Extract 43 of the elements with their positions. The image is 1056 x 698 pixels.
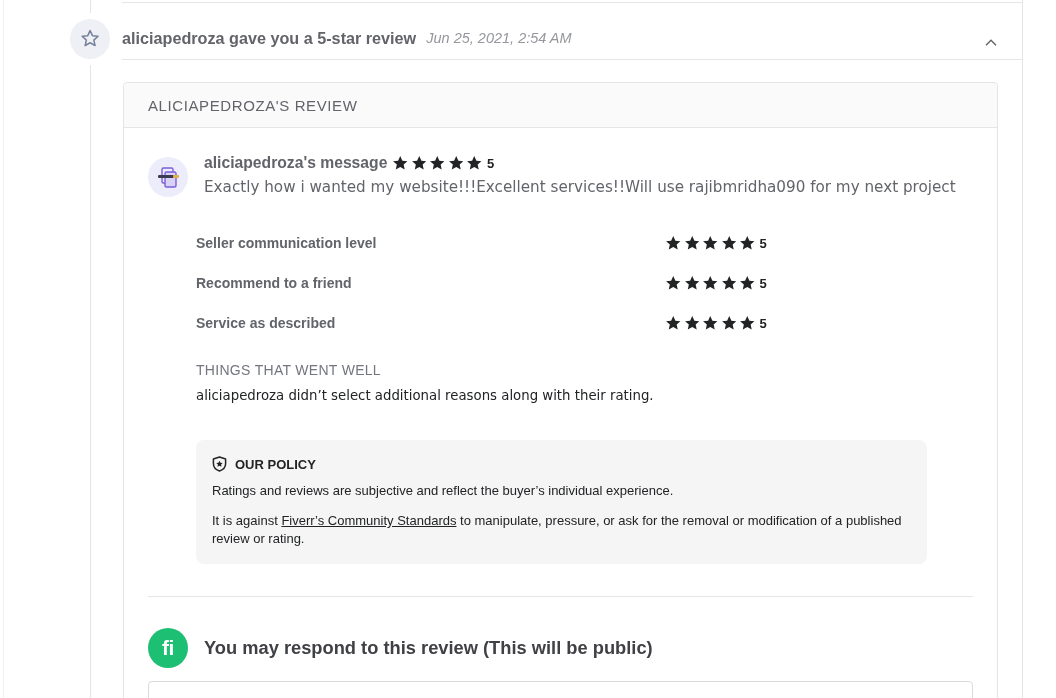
star-icon — [703, 316, 718, 330]
logo: fi — [148, 628, 188, 668]
rating-label: Seller communication level — [196, 235, 378, 251]
star-icon — [393, 156, 408, 170]
star-icon — [666, 276, 681, 290]
star-icon — [430, 156, 445, 170]
policy-text: It is against Fiverr’s Community Standards to manipulate, pressure, or ask for the removal or modification of a published review or rating. — [212, 512, 903, 548]
star-icon — [740, 236, 755, 250]
star-icon — [703, 276, 718, 290]
star-icon — [703, 236, 718, 250]
star-icon — [721, 236, 736, 250]
shield-icon — [212, 456, 227, 472]
document-icon — [148, 157, 188, 197]
activity-time: Jun 25, 2021, 2:54 AM — [426, 29, 572, 48]
policy-text: Ratings and reviews are subjective and reflect the buyer’s individual experience. — [212, 482, 675, 500]
star-icon — [411, 156, 427, 170]
star-icon — [684, 236, 699, 250]
star-icon — [684, 316, 699, 330]
rating-label: Service as described — [196, 315, 337, 331]
star-icon — [721, 316, 736, 330]
star-icon — [467, 156, 482, 170]
review-message: Exactly how i wanted my website!!!Excellent services!!Will use rajibmridha090 for my next project — [204, 177, 956, 198]
rating-label: Recommend to a friend — [196, 275, 353, 291]
star-icon — [684, 276, 699, 290]
message-author: aliciapedroza's message — [204, 154, 388, 172]
star-icon — [666, 316, 681, 330]
star-icon — [666, 236, 681, 250]
rating-value: 5 — [486, 155, 495, 171]
star-icon — [740, 316, 755, 330]
respond-heading: You may respond to this review (This will be public) — [204, 637, 653, 659]
star-icon — [721, 276, 736, 290]
rating-value: 5 — [759, 275, 767, 291]
star-icon — [740, 276, 755, 290]
policy-title: OUR POLICY — [235, 456, 316, 472]
section-heading: THINGS THAT WENT WELL — [196, 361, 382, 380]
community-standards-link[interactable]: Fiverr’s Community Standards — [281, 513, 457, 528]
review-heading: ALICIAPEDROZA'S REVIEW — [148, 96, 358, 114]
activity-title: aliciapedroza gave you a 5-star review — [122, 28, 417, 48]
section-text: aliciapedroza didn’t select additional reasons along with their rating. — [196, 387, 655, 405]
collapse-button[interactable] — [984, 37, 998, 47]
rating-value: 5 — [759, 315, 767, 331]
star-icon — [448, 156, 464, 170]
rating-value: 5 — [759, 235, 767, 251]
